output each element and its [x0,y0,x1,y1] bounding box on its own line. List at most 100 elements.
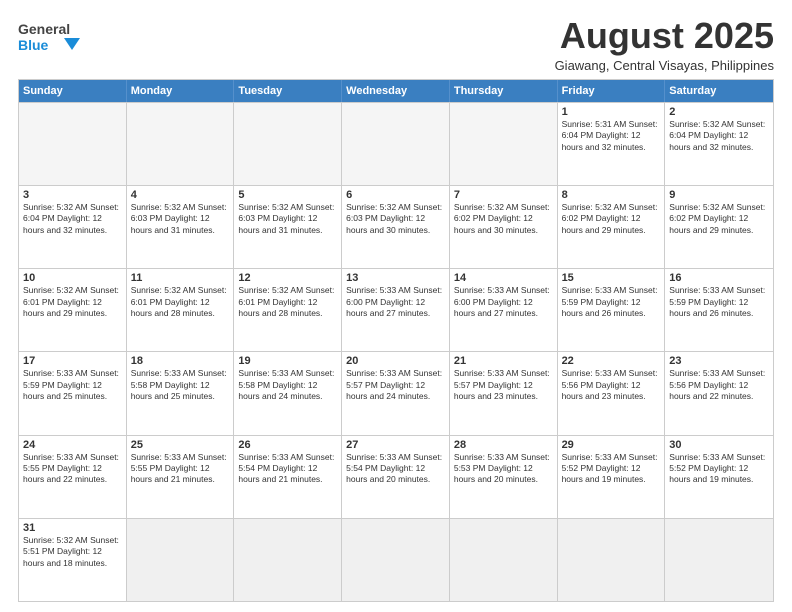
empty-cell [127,519,235,601]
day-number: 7 [454,189,553,201]
day-number: 27 [346,439,445,451]
subtitle: Giawang, Central Visayas, Philippines [555,58,774,73]
cell-info: Sunrise: 5:33 AM Sunset: 5:56 PM Dayligh… [562,368,661,402]
cell-info: Sunrise: 5:32 AM Sunset: 6:01 PM Dayligh… [131,285,230,319]
cell-info: Sunrise: 5:32 AM Sunset: 6:02 PM Dayligh… [669,202,769,236]
cell-info: Sunrise: 5:32 AM Sunset: 5:51 PM Dayligh… [23,535,122,569]
day-cell-10: 10Sunrise: 5:32 AM Sunset: 6:01 PM Dayli… [19,269,127,351]
empty-cell [450,519,558,601]
day-cell-30: 30Sunrise: 5:33 AM Sunset: 5:52 PM Dayli… [665,436,773,518]
cell-info: Sunrise: 5:32 AM Sunset: 6:04 PM Dayligh… [669,119,769,153]
day-cell-24: 24Sunrise: 5:33 AM Sunset: 5:55 PM Dayli… [19,436,127,518]
page: General Blue August 2025 Giawang, Centra… [0,0,792,612]
day-cell-29: 29Sunrise: 5:33 AM Sunset: 5:52 PM Dayli… [558,436,666,518]
empty-cell [234,103,342,185]
day-number: 31 [23,522,122,534]
day-cell-2: 2Sunrise: 5:32 AM Sunset: 6:04 PM Daylig… [665,103,773,185]
cell-info: Sunrise: 5:33 AM Sunset: 5:52 PM Dayligh… [669,452,769,486]
day-cell-17: 17Sunrise: 5:33 AM Sunset: 5:59 PM Dayli… [19,352,127,434]
cell-info: Sunrise: 5:32 AM Sunset: 6:02 PM Dayligh… [454,202,553,236]
cell-info: Sunrise: 5:33 AM Sunset: 5:53 PM Dayligh… [454,452,553,486]
day-number: 4 [131,189,230,201]
empty-cell [342,519,450,601]
day-number: 16 [669,272,769,284]
day-number: 30 [669,439,769,451]
day-cell-1: 1Sunrise: 5:31 AM Sunset: 6:04 PM Daylig… [558,103,666,185]
cell-info: Sunrise: 5:33 AM Sunset: 5:55 PM Dayligh… [131,452,230,486]
day-number: 13 [346,272,445,284]
day-number: 1 [562,106,661,118]
day-number: 2 [669,106,769,118]
header-day-monday: Monday [127,80,235,102]
calendar: SundayMondayTuesdayWednesdayThursdayFrid… [18,79,774,602]
header: General Blue August 2025 Giawang, Centra… [18,16,774,73]
day-cell-9: 9Sunrise: 5:32 AM Sunset: 6:02 PM Daylig… [665,186,773,268]
calendar-row-1: 3Sunrise: 5:32 AM Sunset: 6:04 PM Daylig… [19,185,773,268]
cell-info: Sunrise: 5:33 AM Sunset: 5:59 PM Dayligh… [562,285,661,319]
calendar-body: 1Sunrise: 5:31 AM Sunset: 6:04 PM Daylig… [19,102,773,601]
empty-cell [450,103,558,185]
cell-info: Sunrise: 5:33 AM Sunset: 5:54 PM Dayligh… [346,452,445,486]
day-cell-27: 27Sunrise: 5:33 AM Sunset: 5:54 PM Dayli… [342,436,450,518]
cell-info: Sunrise: 5:33 AM Sunset: 5:58 PM Dayligh… [131,368,230,402]
day-cell-18: 18Sunrise: 5:33 AM Sunset: 5:58 PM Dayli… [127,352,235,434]
cell-info: Sunrise: 5:32 AM Sunset: 6:03 PM Dayligh… [346,202,445,236]
cell-info: Sunrise: 5:33 AM Sunset: 5:57 PM Dayligh… [454,368,553,402]
cell-info: Sunrise: 5:32 AM Sunset: 6:01 PM Dayligh… [23,285,122,319]
empty-cell [19,103,127,185]
calendar-row-2: 10Sunrise: 5:32 AM Sunset: 6:01 PM Dayli… [19,268,773,351]
day-number: 18 [131,355,230,367]
calendar-row-5: 31Sunrise: 5:32 AM Sunset: 5:51 PM Dayli… [19,518,773,601]
day-cell-6: 6Sunrise: 5:32 AM Sunset: 6:03 PM Daylig… [342,186,450,268]
day-cell-14: 14Sunrise: 5:33 AM Sunset: 6:00 PM Dayli… [450,269,558,351]
cell-info: Sunrise: 5:33 AM Sunset: 5:52 PM Dayligh… [562,452,661,486]
empty-cell [127,103,235,185]
cell-info: Sunrise: 5:31 AM Sunset: 6:04 PM Dayligh… [562,119,661,153]
cell-info: Sunrise: 5:33 AM Sunset: 6:00 PM Dayligh… [346,285,445,319]
day-cell-12: 12Sunrise: 5:32 AM Sunset: 6:01 PM Dayli… [234,269,342,351]
title-area: August 2025 Giawang, Central Visayas, Ph… [555,16,774,73]
day-number: 14 [454,272,553,284]
empty-cell [558,519,666,601]
day-cell-16: 16Sunrise: 5:33 AM Sunset: 5:59 PM Dayli… [665,269,773,351]
day-number: 3 [23,189,122,201]
calendar-header: SundayMondayTuesdayWednesdayThursdayFrid… [19,80,773,102]
cell-info: Sunrise: 5:33 AM Sunset: 5:57 PM Dayligh… [346,368,445,402]
svg-text:Blue: Blue [18,37,49,53]
day-cell-19: 19Sunrise: 5:33 AM Sunset: 5:58 PM Dayli… [234,352,342,434]
header-day-tuesday: Tuesday [234,80,342,102]
day-cell-11: 11Sunrise: 5:32 AM Sunset: 6:01 PM Dayli… [127,269,235,351]
day-cell-21: 21Sunrise: 5:33 AM Sunset: 5:57 PM Dayli… [450,352,558,434]
empty-cell [234,519,342,601]
day-cell-31: 31Sunrise: 5:32 AM Sunset: 5:51 PM Dayli… [19,519,127,601]
day-cell-4: 4Sunrise: 5:32 AM Sunset: 6:03 PM Daylig… [127,186,235,268]
calendar-row-3: 17Sunrise: 5:33 AM Sunset: 5:59 PM Dayli… [19,351,773,434]
day-number: 29 [562,439,661,451]
calendar-row-4: 24Sunrise: 5:33 AM Sunset: 5:55 PM Dayli… [19,435,773,518]
empty-cell [665,519,773,601]
day-cell-20: 20Sunrise: 5:33 AM Sunset: 5:57 PM Dayli… [342,352,450,434]
day-number: 5 [238,189,337,201]
cell-info: Sunrise: 5:32 AM Sunset: 6:03 PM Dayligh… [238,202,337,236]
header-day-friday: Friday [558,80,666,102]
day-number: 21 [454,355,553,367]
logo-icon: General Blue [18,16,80,58]
calendar-row-0: 1Sunrise: 5:31 AM Sunset: 6:04 PM Daylig… [19,102,773,185]
day-cell-13: 13Sunrise: 5:33 AM Sunset: 6:00 PM Dayli… [342,269,450,351]
day-cell-5: 5Sunrise: 5:32 AM Sunset: 6:03 PM Daylig… [234,186,342,268]
month-title: August 2025 [555,16,774,56]
svg-text:General: General [18,21,70,37]
cell-info: Sunrise: 5:32 AM Sunset: 6:01 PM Dayligh… [238,285,337,319]
day-number: 11 [131,272,230,284]
cell-info: Sunrise: 5:33 AM Sunset: 5:55 PM Dayligh… [23,452,122,486]
day-number: 9 [669,189,769,201]
header-day-thursday: Thursday [450,80,558,102]
day-number: 28 [454,439,553,451]
day-cell-26: 26Sunrise: 5:33 AM Sunset: 5:54 PM Dayli… [234,436,342,518]
day-number: 6 [346,189,445,201]
day-number: 23 [669,355,769,367]
cell-info: Sunrise: 5:33 AM Sunset: 5:59 PM Dayligh… [23,368,122,402]
day-cell-3: 3Sunrise: 5:32 AM Sunset: 6:04 PM Daylig… [19,186,127,268]
day-number: 26 [238,439,337,451]
day-cell-25: 25Sunrise: 5:33 AM Sunset: 5:55 PM Dayli… [127,436,235,518]
